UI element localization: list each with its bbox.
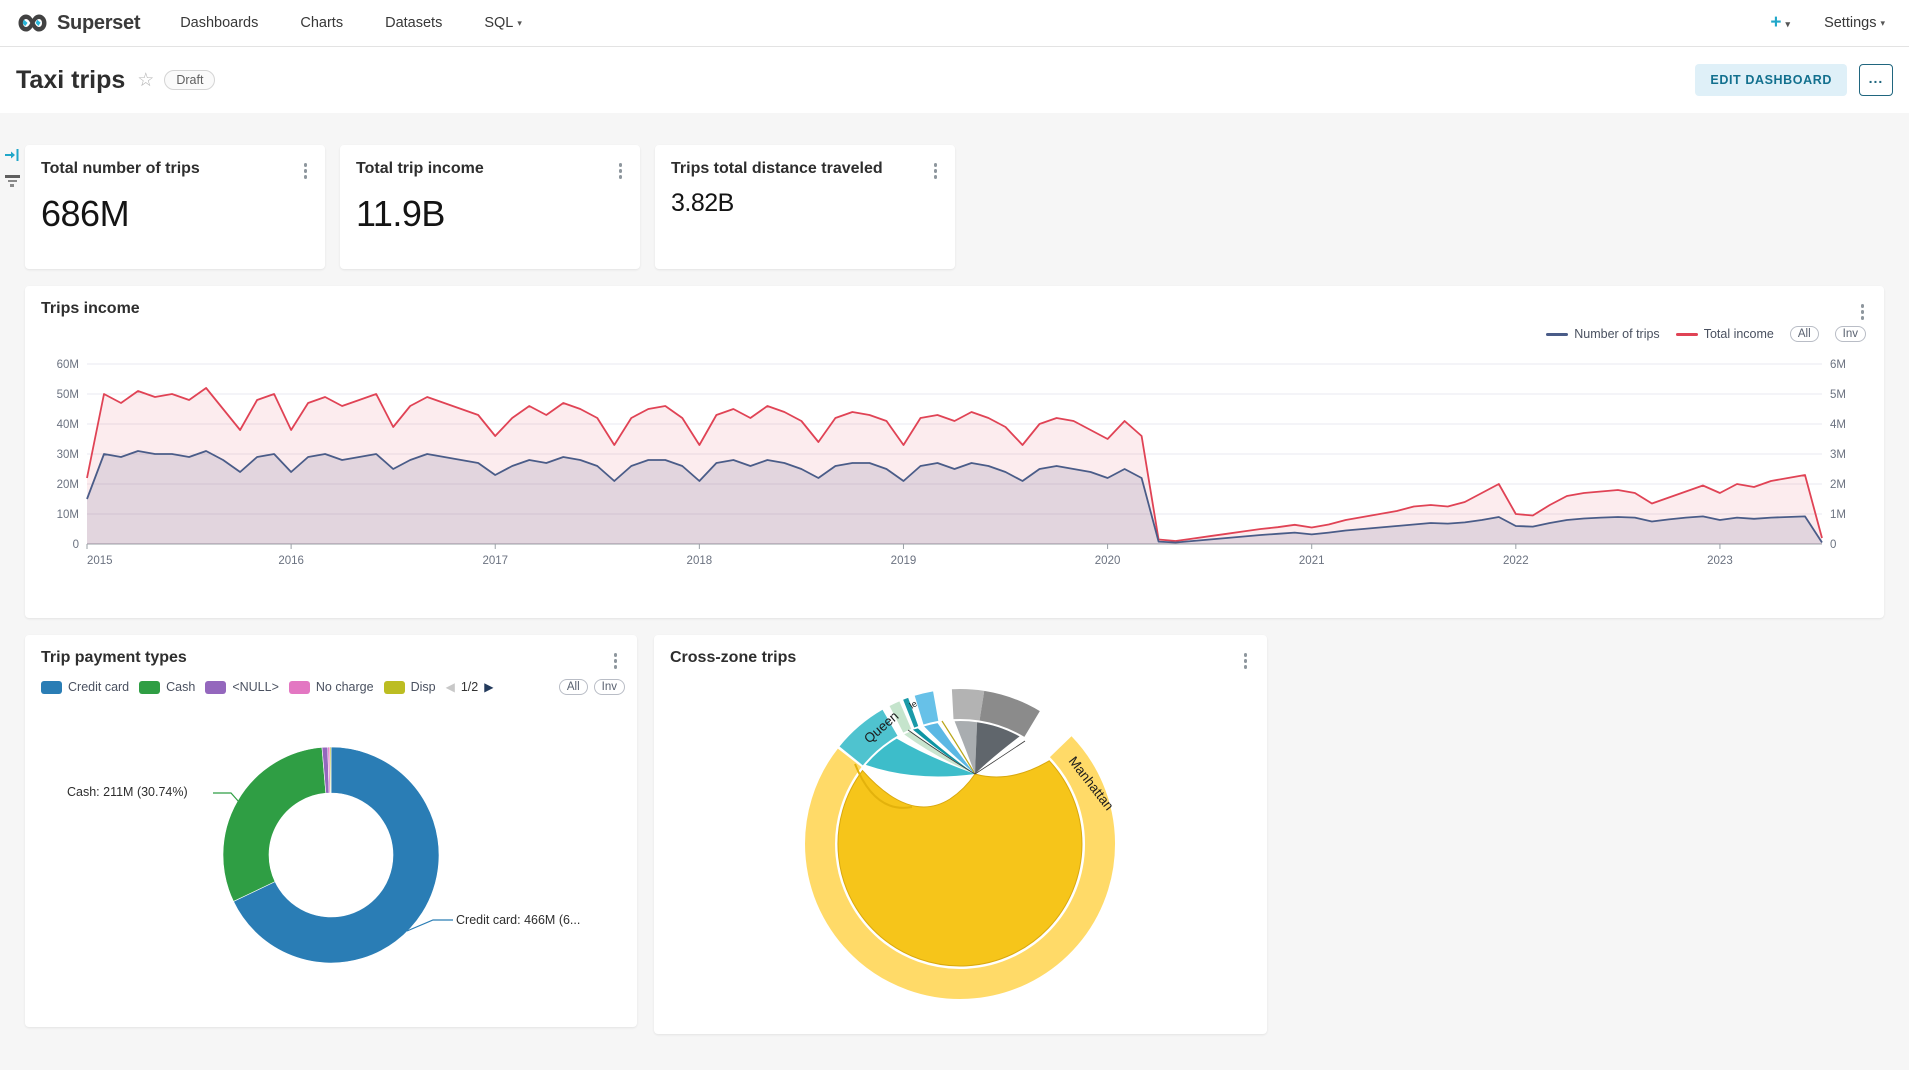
donut-label-cash: Cash: 211M (30.74%) <box>67 785 188 799</box>
legend-swatch <box>139 681 160 694</box>
legend-inv-button[interactable]: Inv <box>594 679 625 695</box>
arc-segment-sky[interactable] <box>919 706 936 710</box>
settings-menu[interactable]: Settings▾ <box>1824 15 1885 31</box>
legend-swatch <box>205 681 226 694</box>
legend-item-total-income[interactable]: Total income <box>1676 327 1774 341</box>
brand-name: Superset <box>57 12 140 35</box>
pager-prev-icon[interactable]: ◀ <box>446 680 455 694</box>
kpi-value: 3.82B <box>655 183 955 218</box>
pager-page-label: 1/2 <box>461 680 478 694</box>
favorite-star-icon[interactable]: ☆ <box>137 69 154 92</box>
svg-text:0: 0 <box>73 539 79 551</box>
chevron-down-icon: ▾ <box>1880 18 1885 28</box>
filter-icon[interactable] <box>4 175 20 187</box>
kpi-title: Total number of trips <box>41 159 200 180</box>
svg-text:0: 0 <box>1830 539 1836 551</box>
dashboard-page: Superset Dashboards Charts Datasets SQL▾… <box>0 0 1909 1070</box>
svg-text:2018: 2018 <box>687 555 713 567</box>
superset-logo[interactable]: Superset <box>16 12 140 35</box>
pager-next-icon[interactable]: ▶ <box>484 680 493 694</box>
chevron-down-icon: ▾ <box>517 18 522 28</box>
svg-text:4M: 4M <box>1830 419 1846 431</box>
arc-segment-gray-light[interactable] <box>953 704 982 706</box>
legend-swatch <box>384 681 405 694</box>
legend-swatch <box>289 681 310 694</box>
expand-filter-bar-icon[interactable] <box>4 148 20 162</box>
cross-zone-panel: Cross-zone trips Que <box>654 635 1267 1034</box>
kpi-card-trip-income: Total trip income 11.9B <box>340 145 640 269</box>
svg-text:1M: 1M <box>1830 509 1846 521</box>
svg-text:60M: 60M <box>57 359 79 371</box>
more-options-button[interactable]: ... <box>1859 64 1893 96</box>
donut-label-credit-card: Credit card: 466M (6... <box>456 913 580 927</box>
legend-swatch <box>1546 333 1568 336</box>
legend-all-button[interactable]: All <box>559 679 588 695</box>
new-item-button[interactable]: +▾ <box>1770 12 1790 34</box>
nav-menu: Dashboards Charts Datasets SQL▾ <box>180 15 522 31</box>
nav-item-dashboards[interactable]: Dashboards <box>180 15 258 31</box>
kpi-value: 686M <box>25 183 325 235</box>
nav-item-sql[interactable]: SQL▾ <box>484 15 522 31</box>
legend-item-disputed[interactable]: Disp <box>384 680 436 694</box>
legend-pager: ◀ 1/2 ▶ <box>446 680 494 694</box>
kpi-card-total-distance: Trips total distance traveled 3.82B <box>655 145 955 269</box>
legend-item-null[interactable]: <NULL> <box>205 680 279 694</box>
svg-text:30M: 30M <box>57 449 79 461</box>
kebab-menu-icon[interactable] <box>610 649 622 673</box>
chart-title: Trip payment types <box>41 649 187 667</box>
legend-item-number-of-trips[interactable]: Number of trips <box>1546 327 1659 341</box>
svg-text:2023: 2023 <box>1707 555 1733 567</box>
svg-text:6M: 6M <box>1830 359 1846 371</box>
legend-swatch <box>41 681 62 694</box>
chart-title: Trips income <box>41 300 140 318</box>
page-title: Taxi trips <box>16 66 125 95</box>
superset-infinity-icon <box>16 12 49 34</box>
kebab-menu-icon[interactable] <box>930 159 942 183</box>
cross-zone-chord-diagram[interactable]: Queen le Manhattan <box>660 649 1260 1039</box>
svg-text:2020: 2020 <box>1095 555 1121 567</box>
kpi-title: Total trip income <box>356 159 484 180</box>
status-badge: Draft <box>164 70 215 90</box>
payment-types-panel: Trip payment types Credit card Cash <NUL… <box>25 635 637 1027</box>
legend-item-cash[interactable]: Cash <box>139 680 195 694</box>
payment-types-donut[interactable] <box>41 701 621 1021</box>
trips-income-chart[interactable]: 60M 6M 50M 5M 40M 4M 30M 3M 20M 2M 10M 1M 0 0 2015 2016… <box>41 354 1868 599</box>
legend-inv-button[interactable]: Inv <box>1835 326 1866 342</box>
legend-item-no-charge[interactable]: No charge <box>289 680 374 694</box>
pie-legend: Credit card Cash <NULL> No charge Disp ◀… <box>41 679 625 695</box>
svg-text:10M: 10M <box>57 509 79 521</box>
filter-bar-collapsed <box>0 113 24 1070</box>
arc-segment-gray-dark[interactable] <box>982 706 1032 724</box>
svg-text:2022: 2022 <box>1503 555 1529 567</box>
svg-text:40M: 40M <box>57 419 79 431</box>
trips-income-panel: Trips income Number of trips Total incom… <box>25 286 1884 618</box>
legend-item-credit-card[interactable]: Credit card <box>41 680 129 694</box>
nav-item-datasets[interactable]: Datasets <box>385 15 442 31</box>
kebab-menu-icon[interactable] <box>1857 300 1869 324</box>
kpi-title: Trips total distance traveled <box>671 159 883 180</box>
svg-text:2015: 2015 <box>87 555 113 567</box>
svg-text:2021: 2021 <box>1299 555 1325 567</box>
svg-text:5M: 5M <box>1830 389 1846 401</box>
edit-dashboard-button[interactable]: EDIT DASHBOARD <box>1695 64 1847 96</box>
svg-text:2019: 2019 <box>891 555 917 567</box>
chevron-down-icon: ▾ <box>1786 19 1791 29</box>
top-navbar: Superset Dashboards Charts Datasets SQL▾… <box>0 0 1909 47</box>
svg-text:2017: 2017 <box>482 555 508 567</box>
svg-text:2016: 2016 <box>278 555 304 567</box>
chart-legend: Number of trips Total income All Inv <box>1546 326 1866 342</box>
dashboard-header: Taxi trips ☆ Draft EDIT DASHBOARD ... <box>0 47 1909 113</box>
kebab-menu-icon[interactable] <box>300 159 312 183</box>
svg-text:50M: 50M <box>57 389 79 401</box>
kebab-menu-icon[interactable] <box>615 159 627 183</box>
legend-swatch <box>1676 333 1698 336</box>
svg-text:20M: 20M <box>57 479 79 491</box>
kpi-value: 11.9B <box>340 183 640 235</box>
legend-all-button[interactable]: All <box>1790 326 1819 342</box>
nav-item-charts[interactable]: Charts <box>300 15 343 31</box>
svg-text:2M: 2M <box>1830 479 1846 491</box>
arc-segment-dark-teal[interactable] <box>909 712 914 714</box>
svg-text:3M: 3M <box>1830 449 1846 461</box>
kpi-card-total-trips: Total number of trips 686M <box>25 145 325 269</box>
